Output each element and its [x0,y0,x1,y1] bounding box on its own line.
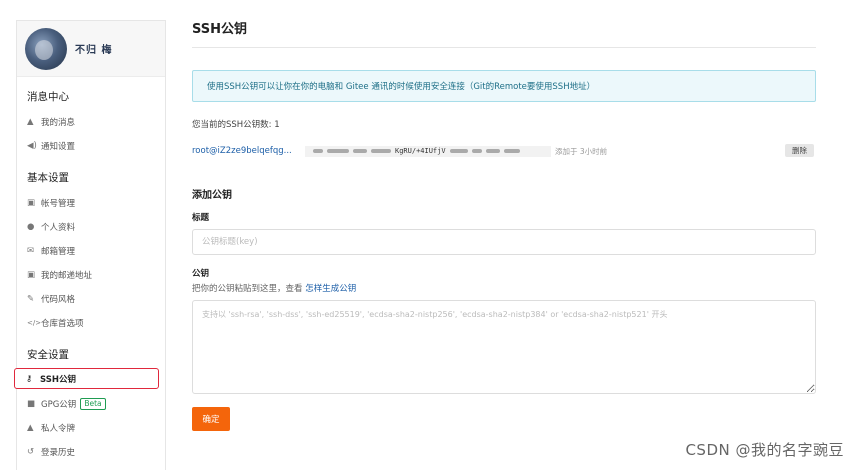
sidebar-item-label: 我的消息 [41,118,76,128]
public-key-hint: 把你的公钥粘贴到这里，查看 怎样生成公钥 [192,282,816,294]
ssh-key-title-link[interactable]: root@iZ2ze9belqefqg... [192,146,302,156]
person-lock-icon: ▲ [27,423,34,433]
sidebar-item-label: 个人资料 [41,223,76,233]
redacted-block [449,149,468,153]
fingerprint-text: KgRU/+4IUfjV [395,147,446,155]
sidebar-item-label: 通知设置 [41,142,76,152]
sidebar-item-address[interactable]: ▣ 我的邮递地址 [17,263,165,287]
sidebar-item-repo-prefs[interactable]: </> 仓库首选项 [17,311,165,335]
mail-icon: ✉ [27,246,35,256]
sidebar-item-ssh-keys[interactable]: ⚷ SSH公钥 [14,368,159,389]
sidebar-item-profile[interactable]: ● 个人资料 [17,215,165,239]
add-key-section-title: 添加公钥 [192,190,232,201]
key-title-input[interactable] [192,229,816,255]
sidebar-item-gpg-keys[interactable]: ■ GPG公钥 Beta [17,392,165,416]
brush-icon: ✎ [27,294,35,304]
beta-badge: Beta [80,398,106,410]
sidebar-item-code-style[interactable]: ✎ 代码风格 [17,287,165,311]
sidebar-item-tokens[interactable]: ▲ 私人令牌 [17,416,165,440]
sidebar-item-my-messages[interactable]: ▲ 我的消息 [17,110,165,134]
history-icon: ↺ [27,447,35,457]
redacted-block [313,149,323,153]
public-key-field-label: 公钥 [192,269,210,279]
title-field-label: 标题 [192,213,210,223]
ssh-key-fingerprint: KgRU/+4IUfjV [305,145,551,157]
sidebar-item-label: 帐号管理 [41,199,76,209]
sidebar-item-label: 代码风格 [41,295,76,305]
page-title: SSH公钥 [192,12,816,48]
sidebar-item-account[interactable]: ▣ 帐号管理 [17,191,165,215]
redacted-block [485,149,500,153]
redacted-block [327,149,349,153]
bell-icon: ▲ [27,117,34,127]
sidebar-item-email[interactable]: ✉ 邮箱管理 [17,239,165,263]
id-card-icon: ▣ [27,198,36,208]
confirm-button[interactable]: 确定 [192,407,230,431]
ssh-key-row: root@iZ2ze9belqefqg... KgRU/+4IUfjV 添加于 … [192,144,816,158]
speaker-icon: ◀) [27,141,37,151]
sidebar-item-label: 仓库首选项 [41,319,84,329]
how-to-generate-key-link[interactable]: 怎样生成公钥 [305,284,356,294]
group-title-security: 安全设置 [27,349,69,361]
key-icon: ⚷ [26,373,33,384]
address-card-icon: ▣ [27,270,36,280]
sidebar-item-label: 私人令牌 [41,424,76,434]
ssh-key-count: 您当前的SSH公钥数: 1 [192,120,280,130]
group-title-basic: 基本设置 [27,172,69,184]
sidebar-item-label: 登录历史 [41,448,76,458]
user-icon: ● [27,222,35,232]
group-title-messages: 消息中心 [27,91,69,103]
delete-key-button[interactable]: 删除 [785,144,814,157]
sidebar-item-label: GPG公钥 [41,400,77,410]
profile-header: 不归 梅 [17,21,165,77]
public-key-textarea[interactable] [192,300,816,394]
redacted-block [353,149,367,153]
sidebar-item-label: SSH公钥 [40,374,76,385]
redacted-block [471,149,482,153]
code-icon: </> [27,319,42,327]
redacted-block [371,149,391,153]
lock-icon: ■ [27,399,36,409]
sidebar-item-label: 我的邮递地址 [41,271,93,281]
main-content: SSH公钥 使用SSH公钥可以让你在你的电脑和 Gitee 通讯的时候使用安全连… [192,12,816,431]
sidebar-item-label: 邮箱管理 [41,247,76,257]
username: 不归 梅 [75,45,113,56]
ssh-key-added-time: 添加于 3小时前 [555,146,608,156]
redacted-block [503,149,520,153]
sidebar-item-login-history[interactable]: ↺ 登录历史 [17,440,165,464]
hint-text: 把你的公钥粘贴到这里，查看 [192,284,306,294]
info-notice: 使用SSH公钥可以让你在你的电脑和 Gitee 通讯的时候使用安全连接（Git的… [192,70,816,102]
settings-sidebar: 不归 梅 消息中心 ▲ 我的消息 ◀) 通知设置 基本设置 ▣ 帐号管理 ● 个… [14,20,166,470]
sidebar-item-notification-settings[interactable]: ◀) 通知设置 [17,134,165,158]
avatar[interactable] [25,27,67,70]
watermark: CSDN @我的名字豌豆 [685,441,844,459]
